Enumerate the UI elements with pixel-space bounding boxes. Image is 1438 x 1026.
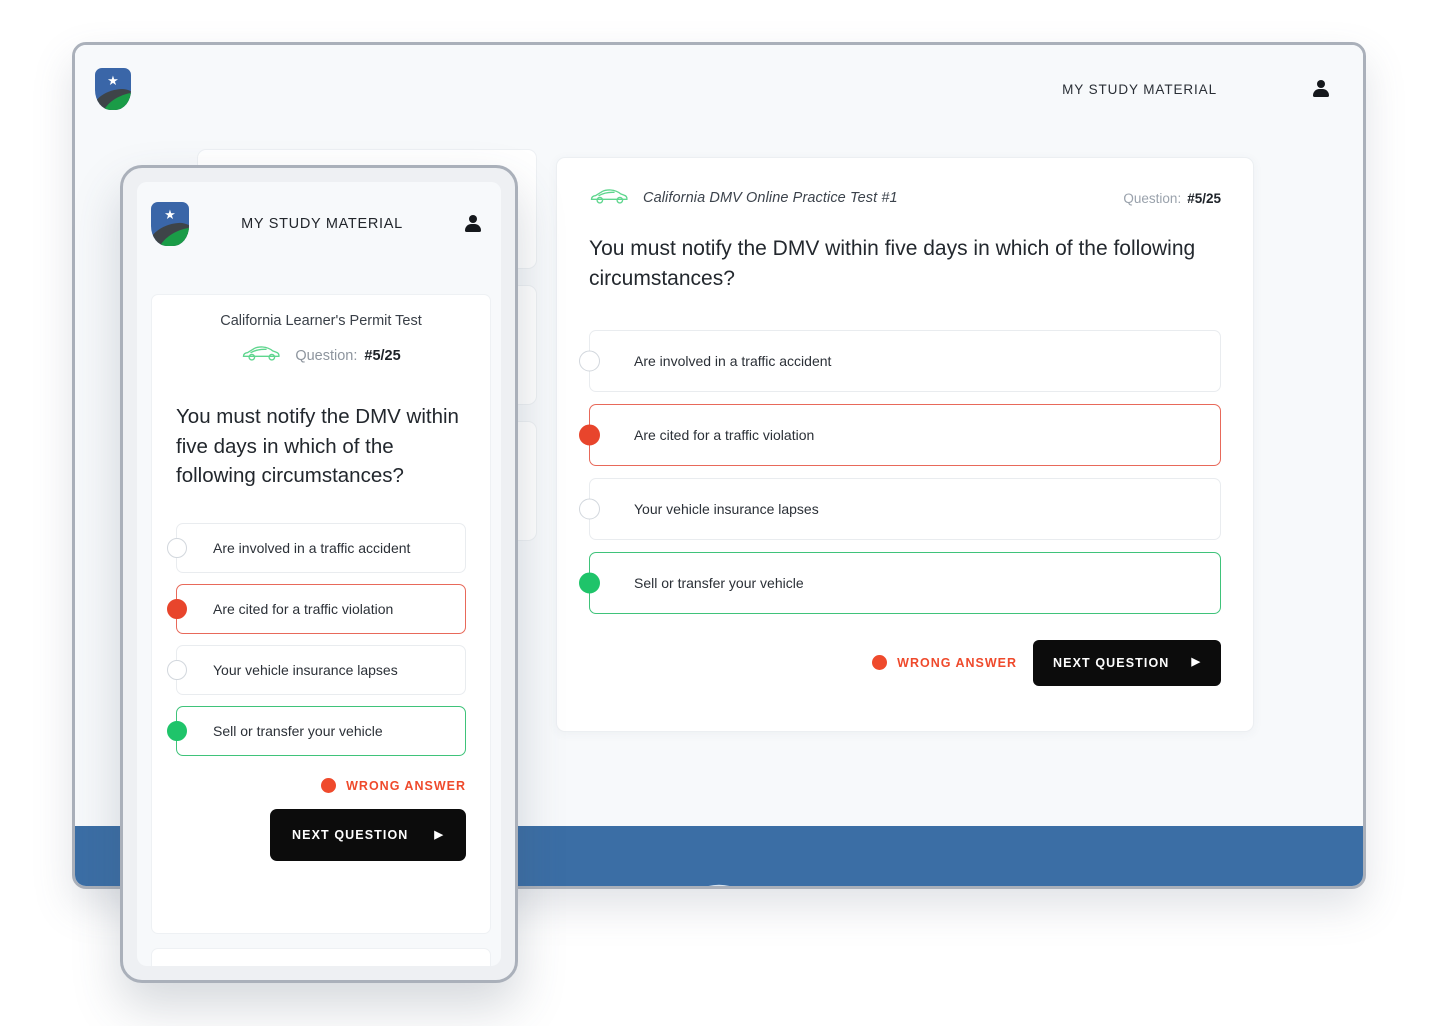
mobile-nav-my-study-material[interactable]: MY STUDY MATERIAL xyxy=(179,216,465,232)
star-glyph: ★ xyxy=(107,73,119,88)
answer-option[interactable]: Are involved in a traffic accident xyxy=(167,523,466,574)
mobile-answer-options: Are involved in a traffic accident Are c… xyxy=(167,523,466,757)
caret-right-icon: ▶ xyxy=(1191,656,1201,669)
desktop-header: ★ MY STUDY MATERIAL xyxy=(75,45,1363,133)
mobile-quiz-actions: WRONG ANSWER NEXT QUESTION ▶ xyxy=(176,778,466,862)
question-text: You must notify the DMV within five days… xyxy=(589,237,1196,290)
mobile-question-counter: #5/25 xyxy=(364,347,401,364)
answer-option-label: Your vehicle insurance lapses xyxy=(634,500,819,517)
caret-right-icon: ▶ xyxy=(434,828,444,841)
car-icon xyxy=(241,343,281,368)
answer-option-correct[interactable]: Sell or transfer your vehicle xyxy=(579,551,1221,614)
question-label: Question: xyxy=(1123,190,1182,206)
mobile-test-title: California Learner's Permit Test xyxy=(220,313,422,329)
answer-option-selected-wrong[interactable]: Are cited for a traffic violation xyxy=(167,584,466,635)
person-icon-head xyxy=(1317,80,1325,88)
radio-icon xyxy=(167,538,187,559)
radio-icon-filled-correct xyxy=(167,721,187,742)
shield-star-logo-icon[interactable]: ★ xyxy=(151,202,189,246)
person-icon[interactable] xyxy=(465,215,481,233)
mobile-background-card xyxy=(151,948,491,966)
next-question-label: NEXT QUESTION xyxy=(292,828,409,843)
answer-option-label: Are involved in a traffic accident xyxy=(634,352,832,369)
mobile-question-label: Question: xyxy=(295,347,358,364)
radio-icon xyxy=(167,660,187,681)
quiz-card-header: California DMV Online Practice Test #1 Q… xyxy=(589,184,1221,212)
mobile-question-counter-row: Question: #5/25 xyxy=(176,343,466,368)
verdict-dot-icon xyxy=(872,655,888,671)
nav-my-study-material[interactable]: MY STUDY MATERIAL xyxy=(1062,82,1217,97)
answer-option[interactable]: Your vehicle insurance lapses xyxy=(579,477,1221,540)
person-icon-head xyxy=(469,215,477,223)
radio-icon xyxy=(579,498,600,520)
radio-icon-filled-wrong xyxy=(167,599,187,620)
answer-option-correct[interactable]: Sell or transfer your vehicle xyxy=(167,706,466,757)
answer-option-label: Are involved in a traffic accident xyxy=(213,540,411,557)
question-counter: #5/25 xyxy=(1187,190,1221,206)
answer-option-label: Your vehicle insurance lapses xyxy=(213,662,398,679)
screenshot-stage: ★ MY STUDY MATERIAL California DMV Onlin… xyxy=(0,0,1438,1026)
next-question-button[interactable]: NEXT QUESTION ▶ xyxy=(270,809,466,862)
verdict-dot-icon xyxy=(321,778,337,794)
answer-option[interactable]: Your vehicle insurance lapses xyxy=(167,645,466,696)
verdict-text: WRONG ANSWER xyxy=(346,778,466,793)
desktop-quiz-card: California DMV Online Practice Test #1 Q… xyxy=(556,157,1254,732)
next-question-button[interactable]: NEXT QUESTION ▶ xyxy=(1033,639,1221,686)
radio-icon xyxy=(579,350,600,372)
mobile-question-text: You must notify the DMV within five days… xyxy=(176,405,459,488)
mobile-header: ★ MY STUDY MATERIAL xyxy=(137,182,501,266)
radio-icon-filled-wrong xyxy=(579,424,600,446)
test-title: California DMV Online Practice Test #1 xyxy=(643,190,898,206)
radio-icon-filled-correct xyxy=(579,572,600,594)
star-glyph: ★ xyxy=(164,207,176,222)
verdict-text: WRONG ANSWER xyxy=(897,655,1018,670)
verdict-badge: WRONG ANSWER xyxy=(321,778,466,794)
answer-option-label: Sell or transfer your vehicle xyxy=(634,574,804,591)
answer-option-selected-wrong[interactable]: Are cited for a traffic violation xyxy=(579,403,1221,466)
answer-option-label: Are cited for a traffic violation xyxy=(634,426,815,443)
mobile-quiz-card: California Learner's Permit Test Questio… xyxy=(151,294,491,934)
verdict-badge: WRONG ANSWER xyxy=(872,655,1018,671)
person-icon-body xyxy=(1313,89,1329,97)
person-icon-body xyxy=(465,224,481,232)
mobile-screen: ★ MY STUDY MATERIAL California Learner's… xyxy=(137,182,501,966)
answer-option[interactable]: Are involved in a traffic accident xyxy=(579,329,1221,392)
next-question-label: NEXT QUESTION xyxy=(1053,655,1170,670)
answer-option-label: Are cited for a traffic violation xyxy=(213,601,394,618)
desktop-answer-options: Are involved in a traffic accident Are c… xyxy=(579,329,1221,614)
answer-option-label: Sell or transfer your vehicle xyxy=(213,723,383,740)
mobile-device-overlay: ★ MY STUDY MATERIAL California Learner's… xyxy=(120,165,518,983)
arch-decoration-icon xyxy=(708,884,730,886)
shield-star-logo-icon[interactable]: ★ xyxy=(95,68,131,110)
person-icon[interactable] xyxy=(1313,80,1329,98)
car-icon xyxy=(589,186,629,211)
quiz-actions: WRONG ANSWER NEXT QUESTION ▶ xyxy=(589,639,1221,686)
